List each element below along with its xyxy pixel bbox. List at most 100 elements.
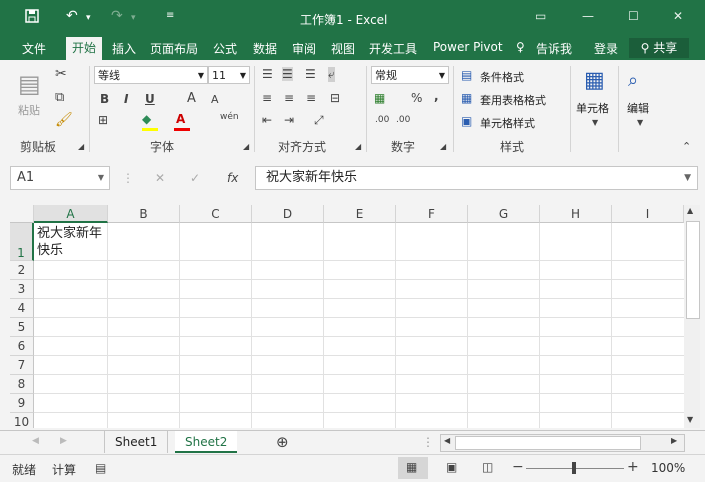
column-header-e[interactable]: E xyxy=(324,205,396,223)
macro-record-icon[interactable]: ▤ xyxy=(95,461,106,475)
column-header-f[interactable]: F xyxy=(396,205,468,223)
merge-center-icon[interactable]: ⊟ xyxy=(330,91,340,105)
tab-split-handle[interactable]: ⋮ xyxy=(422,435,434,449)
share-button[interactable]: ⚲ 共享 xyxy=(629,38,689,58)
cells-icon[interactable]: ▦ xyxy=(584,68,605,93)
align-right-icon[interactable]: ≡ xyxy=(306,91,316,105)
tab-page-layout[interactable]: 页面布局 xyxy=(150,40,198,57)
sheet-tab-sheet2[interactable]: Sheet2 xyxy=(175,431,238,453)
ribbon-display-options-icon[interactable]: ▭ xyxy=(535,9,546,23)
formula-input[interactable]: 祝大家新年快乐 ▼ xyxy=(255,166,698,190)
align-center-icon[interactable]: ≡ xyxy=(284,91,294,105)
tab-home[interactable]: 开始 xyxy=(66,37,103,60)
increase-decimal-button[interactable]: .00 xyxy=(375,115,389,125)
tab-developer[interactable]: 开发工具 xyxy=(369,40,417,57)
customize-qat-icon[interactable]: ≡ xyxy=(166,10,174,21)
number-format-select[interactable]: 常规 ▼ xyxy=(371,66,449,84)
accounting-format-icon[interactable]: ▦ xyxy=(374,91,385,105)
align-bottom-icon[interactable]: ☰ xyxy=(305,67,316,81)
clipboard-launcher-icon[interactable]: ◢ xyxy=(78,142,84,151)
horizontal-scrollbar[interactable]: ◀ ▶ xyxy=(440,434,685,452)
row-header-8[interactable]: 8 xyxy=(10,375,34,394)
prev-sheet-icon[interactable]: ◀ xyxy=(32,436,39,446)
decrease-indent-icon[interactable]: ⇤ xyxy=(262,113,272,127)
row-header-9[interactable]: 9 xyxy=(10,394,34,413)
vertical-scrollbar[interactable]: ▲ ▼ xyxy=(684,205,700,428)
comma-style-button[interactable]: , xyxy=(434,89,439,103)
minimize-button[interactable]: — xyxy=(582,9,594,23)
zoom-level[interactable]: 100% xyxy=(651,461,685,475)
close-button[interactable]: ✕ xyxy=(673,9,683,23)
column-header-h[interactable]: H xyxy=(540,205,612,223)
select-all-corner[interactable] xyxy=(10,205,34,223)
tab-review[interactable]: 审阅 xyxy=(292,40,316,57)
row-header-6[interactable]: 6 xyxy=(10,337,34,356)
tab-power-pivot[interactable]: Power Pivot xyxy=(433,40,503,54)
align-left-icon[interactable]: ≡ xyxy=(262,91,272,105)
font-size-select[interactable]: 11 ▼ xyxy=(208,66,250,84)
conditional-formatting-icon[interactable]: ▤ xyxy=(461,68,472,82)
enter-icon[interactable]: ✓ xyxy=(190,171,200,185)
scroll-left-icon[interactable]: ◀ xyxy=(444,436,450,445)
row-header-4[interactable]: 4 xyxy=(10,299,34,318)
sign-in-link[interactable]: 登录 xyxy=(594,40,618,57)
cells-button-label[interactable]: 单元格 xyxy=(576,100,609,116)
row-header-10[interactable]: 10 xyxy=(10,413,34,428)
column-header-i[interactable]: I xyxy=(612,205,684,223)
align-middle-icon[interactable]: ☰ xyxy=(282,67,293,81)
tab-file[interactable]: 文件 xyxy=(22,40,46,57)
format-as-table-button[interactable]: 套用表格格式 xyxy=(480,92,546,108)
copy-icon[interactable]: ⧉ xyxy=(55,90,64,105)
cut-icon[interactable]: ✂ xyxy=(55,66,67,82)
tell-me-search[interactable]: 告诉我 xyxy=(536,40,572,57)
tab-data[interactable]: 数据 xyxy=(253,40,277,57)
row-header-2[interactable]: 2 xyxy=(10,261,34,280)
format-painter-icon[interactable]: 🖌 xyxy=(55,112,73,128)
page-break-view-icon[interactable]: ◫ xyxy=(482,460,493,474)
zoom-slider-thumb[interactable] xyxy=(572,462,576,474)
vertical-scroll-thumb[interactable] xyxy=(686,221,700,319)
number-launcher-icon[interactable]: ◢ xyxy=(440,142,446,151)
redo-icon[interactable]: ↷ xyxy=(111,8,123,24)
row-header-3[interactable]: 3 xyxy=(10,280,34,299)
shrink-font-button[interactable]: A xyxy=(211,93,219,106)
cell-a1[interactable]: 祝大家新年快乐 xyxy=(37,225,109,259)
page-layout-view-icon[interactable]: ▣ xyxy=(446,460,457,474)
scroll-down-icon[interactable]: ▼ xyxy=(687,415,693,424)
column-header-c[interactable]: C xyxy=(180,205,252,223)
borders-icon[interactable]: ⊞ xyxy=(98,113,108,127)
paste-icon[interactable]: ▤ xyxy=(18,70,41,98)
next-sheet-icon[interactable]: ▶ xyxy=(60,436,67,446)
font-color-icon[interactable]: A xyxy=(176,112,185,126)
insert-function-icon[interactable]: fx xyxy=(227,171,238,185)
search-icon[interactable]: ⌕ xyxy=(628,70,638,91)
alignment-launcher-icon[interactable]: ◢ xyxy=(355,142,361,151)
new-sheet-icon[interactable]: ⊕ xyxy=(276,433,289,451)
collapse-ribbon-icon[interactable]: ⌃ xyxy=(682,140,691,153)
undo-icon[interactable]: ↶ xyxy=(66,8,78,24)
tab-view[interactable]: 视图 xyxy=(331,40,355,57)
zoom-in-icon[interactable]: + xyxy=(627,459,639,475)
horizontal-scroll-thumb[interactable] xyxy=(455,436,641,450)
align-top-icon[interactable]: ☰ xyxy=(262,67,273,81)
normal-view-icon[interactable]: ▦ xyxy=(406,460,417,474)
column-header-d[interactable]: D xyxy=(252,205,324,223)
increase-indent-icon[interactable]: ⇥ xyxy=(284,113,294,127)
scroll-right-icon[interactable]: ▶ xyxy=(671,436,677,445)
format-as-table-icon[interactable]: ▦ xyxy=(461,91,472,105)
redo-dropdown-icon[interactable]: ▾ xyxy=(131,13,136,23)
tab-insert[interactable]: 插入 xyxy=(112,40,136,57)
column-header-a[interactable]: A xyxy=(34,205,108,223)
maximize-button[interactable]: ☐ xyxy=(628,9,639,23)
row-header-5[interactable]: 5 xyxy=(10,318,34,337)
font-family-select[interactable]: 等线 ▼ xyxy=(94,66,208,84)
column-header-b[interactable]: B xyxy=(108,205,180,223)
name-box[interactable]: A1 ▼ xyxy=(10,166,110,190)
conditional-formatting-button[interactable]: 条件格式 xyxy=(480,69,524,85)
orientation-icon[interactable]: ⤢ xyxy=(314,113,324,128)
decrease-decimal-button[interactable]: .00 xyxy=(396,115,410,125)
sheet-tab-sheet1[interactable]: Sheet1 xyxy=(104,431,169,453)
status-calculate[interactable]: 计算 xyxy=(52,461,76,478)
italic-button[interactable]: I xyxy=(124,92,128,106)
percent-style-button[interactable]: % xyxy=(411,91,422,105)
